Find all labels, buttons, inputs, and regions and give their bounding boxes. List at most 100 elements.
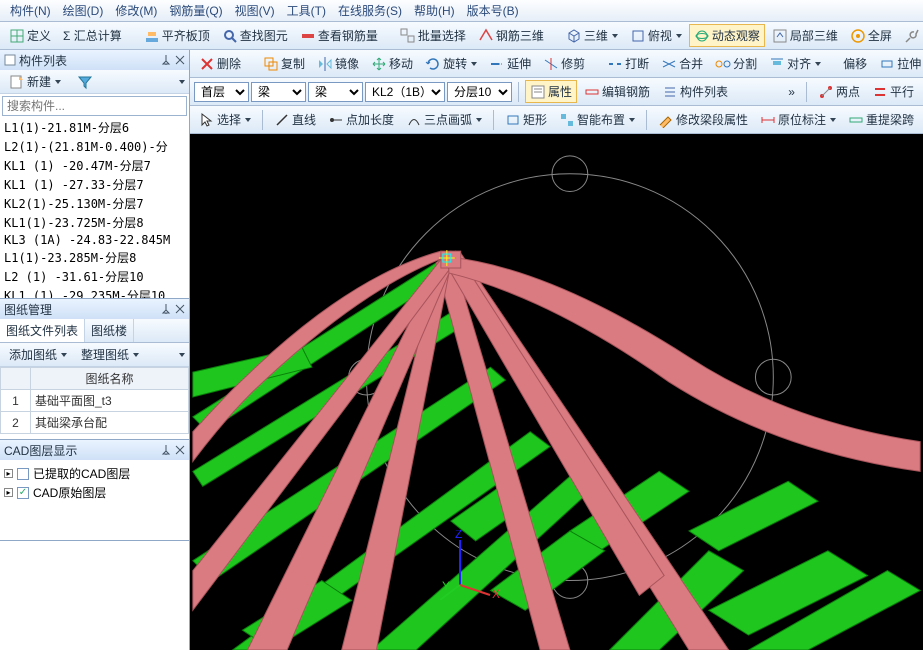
list-item[interactable]: KL1 (1) -27.33-分层7 — [0, 175, 189, 194]
drawings-panel-title[interactable]: 图纸管理 — [0, 299, 189, 319]
expand-icon[interactable]: ▸ — [4, 469, 13, 478]
viewport-3d[interactable]: Z X Y — [190, 134, 923, 650]
align-slab-button[interactable]: 平齐板顶 — [139, 24, 215, 47]
attributes-button[interactable]: 属性 — [525, 80, 577, 103]
list-item[interactable]: KL3 (1A) -24.83-22.845M — [0, 232, 189, 248]
add-drawing-button[interactable]: 添加图纸 — [4, 343, 72, 366]
overflow-button[interactable]: » — [783, 82, 800, 102]
search-input[interactable] — [2, 96, 187, 116]
tab-file-list[interactable]: 图纸文件列表 — [0, 319, 85, 342]
cad-panel-title[interactable]: CAD图层显示 — [0, 440, 189, 460]
expand-icon[interactable]: ▸ — [4, 488, 13, 497]
list-item[interactable]: L1(1)-23.285M-分层8 — [0, 248, 189, 267]
rect-button[interactable]: 矩形 — [500, 108, 552, 131]
fullscreen-button[interactable]: 全屏 — [845, 24, 897, 47]
menu-component[interactable]: 构件(N) — [4, 0, 57, 21]
sort-drawing-button[interactable]: 整理图纸 — [76, 343, 144, 366]
tree-node-original[interactable]: ▸ ✓ CAD原始图层 — [4, 483, 185, 502]
filter-button[interactable] — [72, 71, 98, 93]
two-point-button[interactable]: 两点 — [813, 80, 865, 103]
modify-segment-button[interactable]: 修改梁段属性 — [653, 108, 753, 131]
smart-layout-button[interactable]: 智能布置 — [554, 108, 640, 131]
move-button[interactable]: 移动 — [366, 52, 418, 75]
menu-help[interactable]: 帮助(H) — [408, 0, 461, 21]
close-icon[interactable] — [175, 55, 185, 65]
editrebar-icon — [584, 84, 600, 100]
rotate-button[interactable]: 旋转 — [420, 52, 482, 75]
subcategory-select[interactable]: 梁 — [308, 82, 363, 102]
list-icon — [662, 84, 678, 100]
sum-button[interactable]: Σ 汇总计算 — [58, 24, 127, 47]
menu-online[interactable]: 在线服务(S) — [332, 0, 408, 21]
list-item[interactable]: KL1 (1) -20.47M-分层7 — [0, 156, 189, 175]
rebar-3d-button[interactable]: 钢筋三维 — [473, 24, 549, 47]
parallel-button[interactable]: 平行 — [867, 80, 919, 103]
pin-icon[interactable] — [161, 55, 171, 65]
checkbox[interactable]: ✓ — [17, 487, 29, 499]
original-annotation-button[interactable]: 原位标注 — [755, 108, 841, 131]
sidebar: 构件列表 新建 L1(1)-21.81M-分层6 L2(1)-(21.81M-0… — [0, 50, 190, 650]
merge-button[interactable]: 合并 — [656, 52, 708, 75]
local-3d-button[interactable]: 局部三维 — [767, 24, 843, 47]
edit-rebar-button[interactable]: 编辑钢筋 — [579, 80, 655, 103]
close-icon[interactable] — [175, 445, 185, 455]
more-button[interactable] — [899, 25, 923, 47]
line-button[interactable]: 直线 — [269, 108, 321, 131]
top-view-button[interactable]: 俯视 — [625, 24, 687, 47]
smart-icon — [559, 112, 575, 128]
member-select[interactable]: KL2（1B） — [365, 82, 445, 102]
table-row[interactable]: 2其础梁承台配 — [1, 412, 189, 434]
delete-button[interactable]: 删除 — [194, 52, 246, 75]
pin-icon[interactable] — [161, 304, 171, 314]
list-item[interactable]: KL1 (1) -29.235M-分层10 — [0, 286, 189, 298]
extend-button[interactable]: 延伸 — [484, 52, 536, 75]
find-element-button[interactable]: 查找图元 — [217, 24, 293, 47]
menu-rebar[interactable]: 钢筋量(Q) — [163, 0, 228, 21]
break-button[interactable]: 打断 — [602, 52, 654, 75]
list-item[interactable]: L1(1)-21.81M-分层6 — [0, 118, 189, 137]
relabel-span-button[interactable]: 重提梁跨 — [843, 108, 919, 131]
select-button[interactable]: 选择 — [194, 108, 256, 131]
panel-menu-icon[interactable] — [179, 80, 185, 84]
component-list[interactable]: L1(1)-21.81M-分层6 L2(1)-(21.81M-0.400)-分 … — [0, 118, 189, 298]
menu-draw[interactable]: 绘图(D) — [57, 0, 110, 21]
menu-modify[interactable]: 修改(M) — [109, 0, 163, 21]
menu-version[interactable]: 版本号(B) — [461, 0, 525, 21]
arc-icon — [406, 112, 422, 128]
floor-select[interactable]: 首层 — [194, 82, 249, 102]
point-length-button[interactable]: 点加长度 — [323, 108, 399, 131]
close-icon[interactable] — [175, 304, 185, 314]
relabel-icon — [848, 112, 864, 128]
pin-icon[interactable] — [161, 445, 171, 455]
component-list-button[interactable]: 构件列表 — [657, 80, 733, 103]
components-panel-title[interactable]: 构件列表 — [0, 50, 189, 70]
arc-button[interactable]: 三点画弧 — [401, 108, 487, 131]
new-component-button[interactable]: 新建 — [4, 70, 66, 93]
dynamic-view-button[interactable]: 动态观察 — [689, 24, 765, 47]
dwg-menu-icon[interactable] — [179, 353, 185, 357]
layer-select[interactable]: 分层10 — [447, 82, 512, 102]
mirror-button[interactable]: 镜像 — [312, 52, 364, 75]
menu-tools[interactable]: 工具(T) — [281, 0, 332, 21]
split-button[interactable]: 分割 — [710, 52, 762, 75]
panel-icon — [4, 54, 16, 66]
3d-view-button[interactable]: 三维 — [561, 24, 623, 47]
list-item[interactable]: L2(1)-(21.81M-0.400)-分 — [0, 137, 189, 156]
copy-button[interactable]: 复制 — [258, 52, 310, 75]
list-item[interactable]: KL1(1)-23.725M-分层8 — [0, 213, 189, 232]
menu-view[interactable]: 视图(V) — [229, 0, 281, 21]
tab-floor[interactable]: 图纸楼 — [85, 319, 134, 342]
category-select[interactable]: 梁 — [251, 82, 306, 102]
list-item[interactable]: KL2(1)-25.130M-分层7 — [0, 194, 189, 213]
offset-button[interactable]: 偏移 — [838, 52, 872, 75]
stretch-button[interactable]: 拉伸 — [874, 52, 923, 75]
align-button[interactable]: 对齐 — [764, 52, 826, 75]
checkbox[interactable] — [17, 468, 29, 480]
batch-select-button[interactable]: 批量选择 — [395, 24, 471, 47]
list-item[interactable]: L2 (1) -31.61-分层10 — [0, 267, 189, 286]
trim-button[interactable]: 修剪 — [538, 52, 590, 75]
table-row[interactable]: 1基础平面图_t3 — [1, 390, 189, 412]
define-button[interactable]: 定义 — [4, 24, 56, 47]
tree-node-extracted[interactable]: ▸ 已提取的CAD图层 — [4, 464, 185, 483]
view-rebar-button[interactable]: 查看钢筋量 — [295, 24, 383, 47]
